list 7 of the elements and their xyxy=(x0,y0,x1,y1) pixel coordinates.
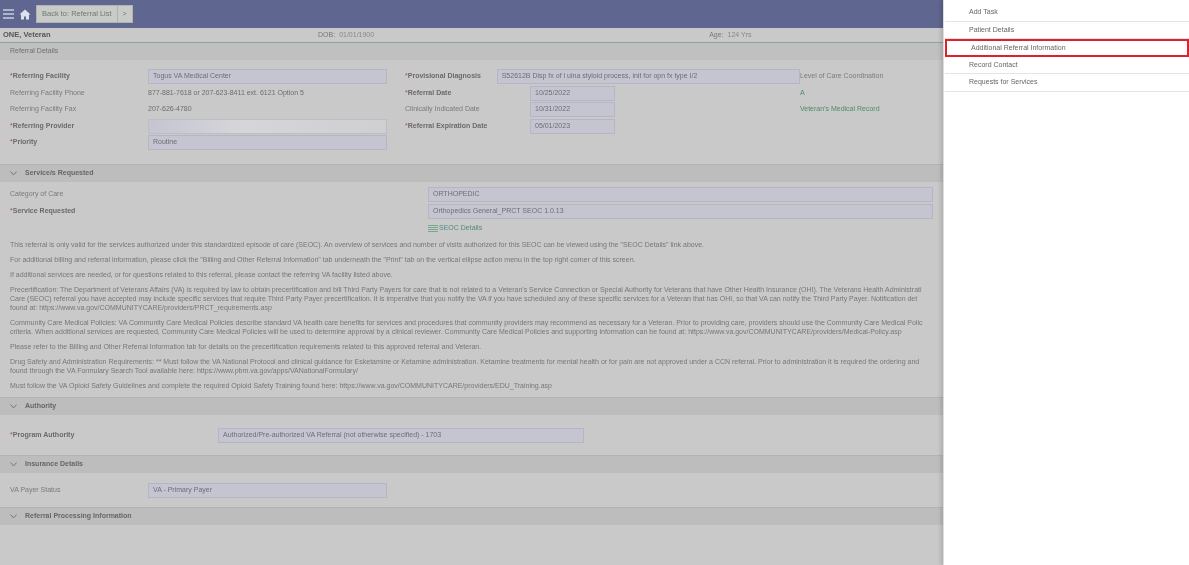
chevron-icon[interactable] xyxy=(10,514,17,519)
chevron-icon[interactable] xyxy=(10,404,17,409)
menu-icon[interactable] xyxy=(3,9,14,19)
home-icon[interactable] xyxy=(19,8,31,20)
chevron-icon[interactable] xyxy=(10,462,17,467)
chevron-icon[interactable] xyxy=(10,171,17,176)
list-icon xyxy=(428,225,438,232)
